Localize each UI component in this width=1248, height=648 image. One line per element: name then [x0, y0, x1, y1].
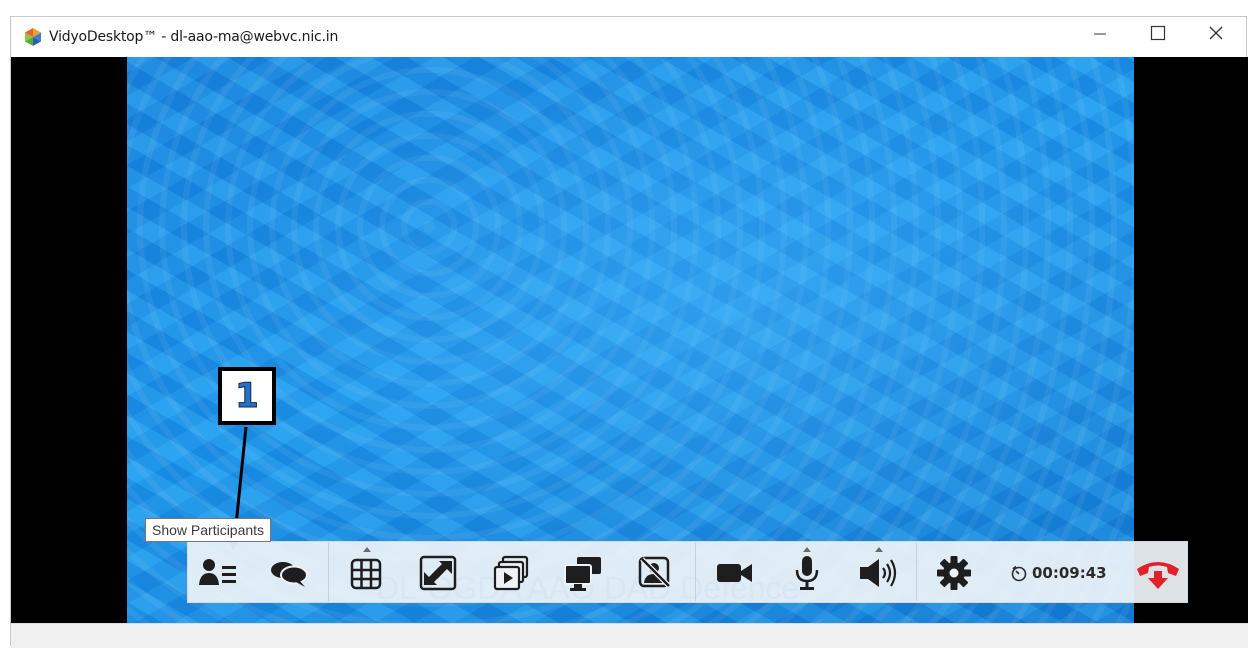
privacy-button[interactable] — [633, 551, 677, 595]
camera-button[interactable] — [713, 551, 757, 595]
share-button[interactable] — [561, 551, 605, 595]
monitor-share-icon — [564, 557, 601, 591]
stopwatch-icon — [1011, 565, 1027, 582]
privacy-off-icon — [638, 556, 671, 588]
maximize-icon — [1150, 25, 1166, 41]
self-view-button[interactable] — [489, 551, 533, 595]
minimize-button[interactable] — [1071, 17, 1129, 49]
microphone-button[interactable] — [785, 551, 829, 595]
microphone-icon — [795, 556, 819, 590]
close-icon — [1209, 26, 1223, 40]
speaker-icon — [860, 559, 897, 587]
expand-arrows-icon — [419, 555, 457, 591]
chat-button[interactable] — [267, 551, 311, 595]
window-title: VidyoDesktop™ - dl-aao-ma@webvc.nic.in — [49, 29, 339, 45]
status-bar — [11, 623, 1248, 648]
phone-hangup-icon — [1137, 562, 1179, 589]
settings-button[interactable] — [932, 551, 976, 595]
video-camera-icon — [717, 564, 752, 582]
minimize-icon — [1094, 33, 1106, 35]
tooltip: Show Participants — [145, 518, 272, 542]
chat-bubbles-icon — [271, 562, 308, 587]
toolbar-divider — [916, 543, 917, 601]
gear-icon — [937, 556, 971, 590]
grid-layout-icon — [350, 558, 382, 590]
call-timer: 00:09:43 — [1010, 562, 1107, 584]
hang-up-button[interactable] — [1133, 551, 1183, 595]
close-button[interactable] — [1187, 17, 1245, 49]
vidyo-logo-icon — [25, 28, 41, 46]
call-duration: 00:09:43 — [1032, 564, 1107, 582]
annotation-number: 1 — [235, 376, 260, 417]
show-participants-button[interactable] — [197, 551, 241, 595]
layout-button[interactable] — [345, 551, 389, 595]
stacked-windows-icon — [493, 555, 529, 591]
remote-video-feed[interactable] — [127, 57, 1134, 623]
participants-icon — [199, 559, 236, 585]
speaker-button[interactable] — [857, 551, 901, 595]
toolbar-divider — [328, 543, 329, 601]
annotation-marker: 1 — [218, 367, 276, 425]
fullscreen-button[interactable] — [417, 551, 461, 595]
toolbar-divider — [695, 543, 696, 601]
title-bar[interactable]: VidyoDesktop™ - dl-aao-ma@webvc.nic.in — [11, 17, 1246, 57]
maximize-button[interactable] — [1129, 17, 1187, 49]
